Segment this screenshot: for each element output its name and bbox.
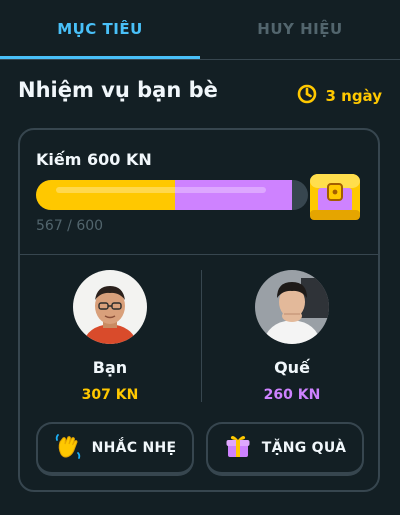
- treasure-chest-icon[interactable]: [306, 170, 364, 228]
- participant-you[interactable]: Bạn 307 KN: [40, 270, 180, 403]
- days-left-label: 3 ngày: [325, 87, 382, 105]
- divider: [20, 254, 378, 255]
- page-title: Nhiệm vụ bạn bè: [18, 78, 218, 102]
- participant-xp: 307 KN: [81, 387, 139, 403]
- tab-goals[interactable]: MỤC TIÊU: [0, 0, 200, 58]
- participant-xp: 260 KN: [263, 387, 321, 403]
- tab-bar: MỤC TIÊU HUY HIỆU: [0, 0, 400, 60]
- progress-friend: [175, 180, 292, 210]
- divider: [201, 270, 202, 402]
- time-remaining: 3 ngày: [297, 84, 382, 108]
- gift-icon: [224, 432, 252, 464]
- participant-name: Bạn: [92, 358, 128, 377]
- participant-friend[interactable]: Quế 260 KN: [222, 270, 362, 403]
- waving-hand-icon: [54, 432, 82, 464]
- timer-icon: [297, 84, 317, 108]
- gift-label: TẶNG QUÀ: [261, 440, 347, 456]
- nudge-label: NHẮC NHẸ: [91, 440, 177, 456]
- avatar: [255, 270, 329, 344]
- progress-shine: [56, 187, 266, 193]
- participant-name: Quế: [274, 358, 310, 377]
- quest-progress-text: 567 / 600: [36, 218, 104, 234]
- friend-quest-card: Kiếm 600 KN 567 / 600 Bạn 307 KN Quế 260…: [18, 128, 380, 492]
- progress-you: [36, 180, 175, 210]
- send-gift-button[interactable]: TẶNG QUÀ: [206, 422, 364, 476]
- nudge-button[interactable]: NHẮC NHẸ: [36, 422, 194, 476]
- quest-progress-bar: [36, 180, 308, 210]
- tab-badges[interactable]: HUY HIỆU: [200, 0, 400, 58]
- divider: [0, 59, 400, 60]
- avatar: [73, 270, 147, 344]
- quest-title: Kiếm 600 KN: [36, 150, 152, 169]
